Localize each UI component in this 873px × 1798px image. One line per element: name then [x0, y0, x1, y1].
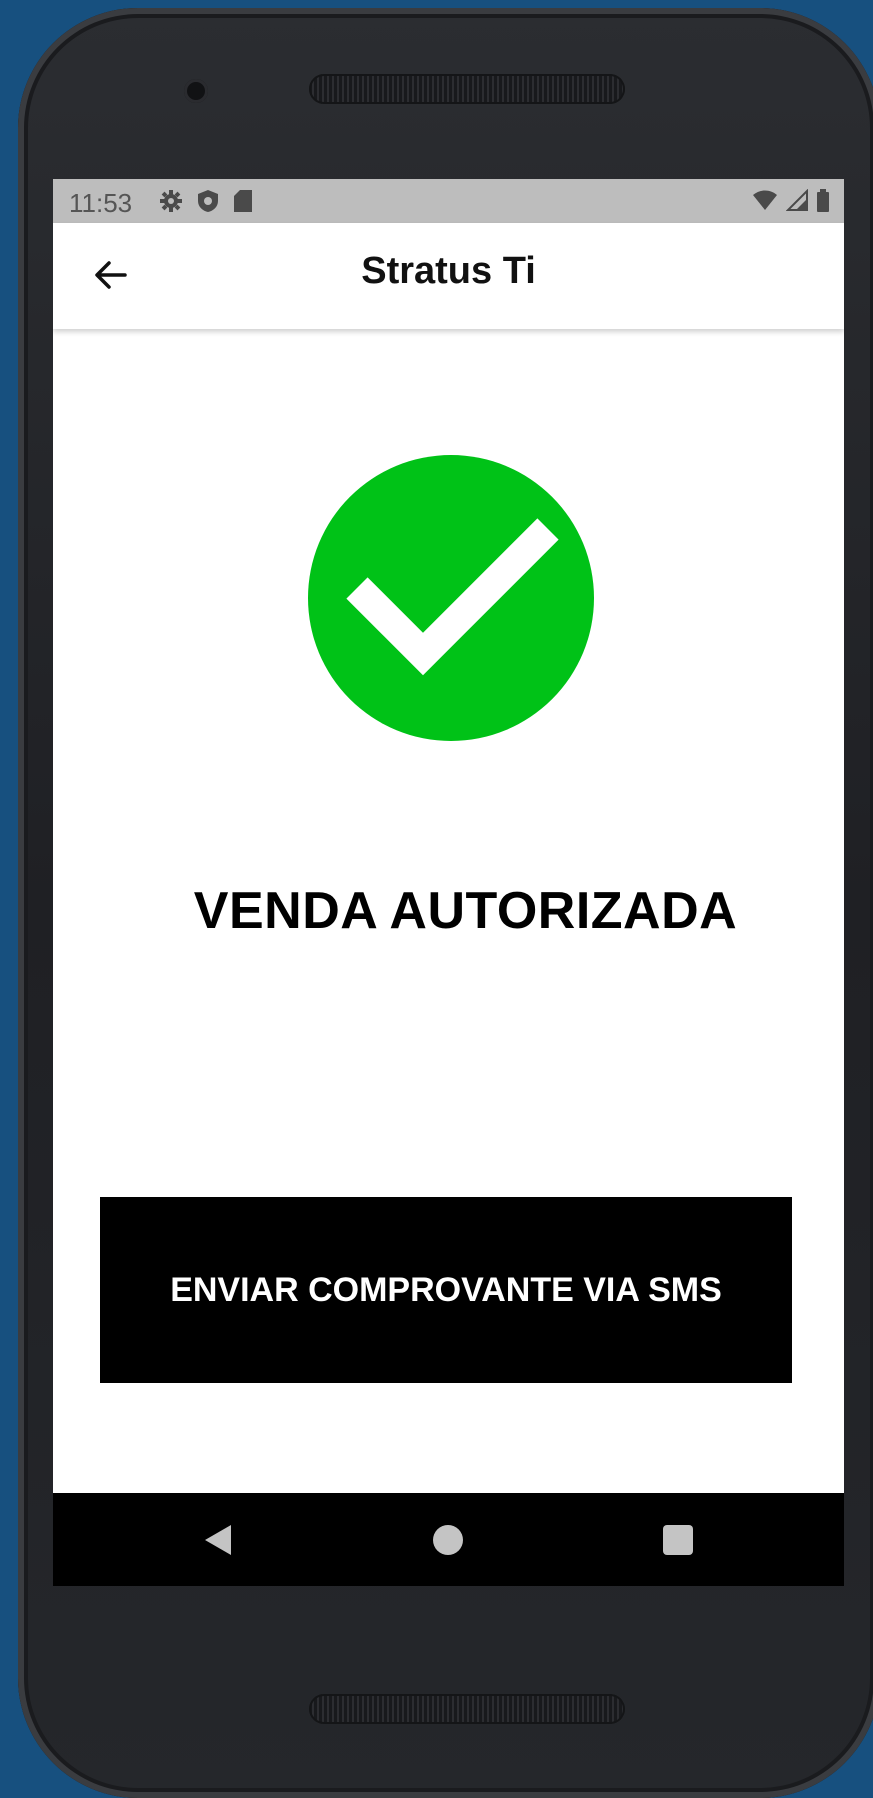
- sale-status-message: VENDA AUTORIZADA: [193, 882, 738, 940]
- battery-icon: [817, 189, 829, 212]
- gear-icon: [160, 190, 182, 212]
- home-circle-icon[interactable]: [433, 1525, 463, 1555]
- app-bar: Stratus Ti: [53, 223, 844, 329]
- back-triangle-icon[interactable]: [203, 1524, 233, 1556]
- signal-icon: [786, 189, 808, 211]
- bottom-speaker-grille: [309, 1694, 625, 1724]
- send-sms-receipt-button[interactable]: ENVIAR COMPROVANTE VIA SMS: [100, 1197, 792, 1383]
- page-title: Stratus Ti: [361, 250, 536, 292]
- sd-card-icon: [234, 190, 252, 212]
- check-circle-icon: [308, 455, 594, 741]
- system-nav-bar: [53, 1493, 844, 1586]
- status-bar: 11:53: [53, 179, 844, 223]
- status-icons-left: [159, 189, 253, 213]
- phone-screen: 11:53 Stratus Ti VENDA AUTORIZADA ENVIAR…: [53, 179, 844, 1586]
- shield-icon: [198, 190, 218, 212]
- wifi-icon: [753, 190, 777, 210]
- status-icons-right: [752, 189, 830, 213]
- top-speaker-grille: [309, 74, 625, 104]
- front-camera: [184, 79, 208, 103]
- recent-square-icon[interactable]: [663, 1525, 693, 1555]
- status-time: 11:53: [69, 188, 133, 218]
